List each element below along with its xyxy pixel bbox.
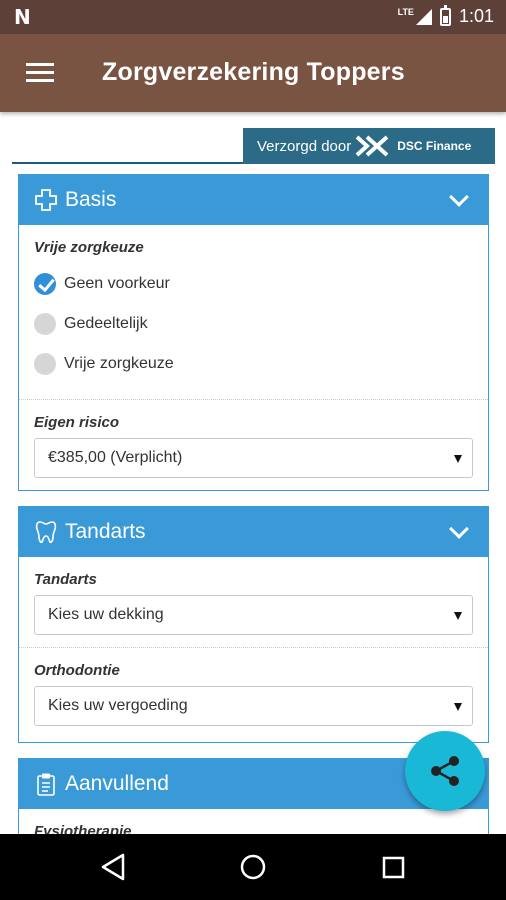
clipboard-icon: [33, 771, 59, 797]
home-button[interactable]: [208, 834, 298, 900]
radio-unchecked-icon[interactable]: [34, 353, 56, 375]
radio-gedeeltelijk[interactable]: Gedeeltelijk: [34, 304, 473, 344]
home-circle-icon: [240, 854, 266, 880]
basis-title: Basis: [65, 188, 117, 211]
basis-panel-header[interactable]: Basis: [19, 175, 488, 225]
notification-n-icon: N: [14, 5, 31, 29]
signal-icon: [415, 8, 432, 25]
battery-icon: [439, 4, 451, 26]
tandarts-label: Tandarts: [34, 571, 97, 588]
app-title: Zorgverzekering Toppers: [102, 58, 405, 86]
network-type: LTE: [397, 6, 414, 17]
orthodontie-label: Orthodontie: [34, 662, 120, 679]
hamburger-menu-icon[interactable]: [26, 63, 54, 83]
tandarts-panel-header[interactable]: Tandarts: [19, 507, 488, 557]
status-bar: N LTE 1:01: [0, 0, 506, 34]
status-icons: LTE 1:01: [397, 4, 494, 27]
chevron-down-icon[interactable]: [449, 187, 469, 207]
orthodontie-select[interactable]: Kies uw vergoeding: [34, 686, 473, 726]
sponsor-prefix: Verzorgd door: [257, 137, 352, 155]
tandarts-title: Tandarts: [65, 520, 146, 543]
dsc-logo-icon: [355, 135, 389, 157]
orthodontie-value: Kies uw vergoeding: [48, 697, 188, 714]
zorgkeuze-radio-group: Geen voorkeur Gedeeltelijk Vrije zorgkeu…: [34, 264, 473, 384]
share-icon: [431, 756, 459, 786]
app-bar: Zorgverzekering Toppers: [0, 34, 506, 112]
share-fab-button[interactable]: [405, 731, 485, 811]
eigen-risico-label: Eigen risico: [34, 414, 120, 431]
navigation-bar: [0, 834, 506, 900]
back-button[interactable]: [68, 834, 158, 900]
dropdown-arrow-icon: [454, 703, 462, 711]
radio-vrije-zorgkeuze[interactable]: Vrije zorgkeuze: [34, 344, 473, 384]
radio-unchecked-icon[interactable]: [34, 313, 56, 335]
eigen-risico-section: Eigen risico €385,00 (Verplicht): [19, 400, 488, 478]
radio-geen-voorkeur[interactable]: Geen voorkeur: [34, 264, 473, 304]
vrije-zorgkeuze-section: Vrije zorgkeuze Geen voorkeur Gedeelteli…: [19, 225, 488, 384]
radio-label: Gedeeltelijk: [64, 315, 148, 332]
eigen-risico-value: €385,00 (Verplicht): [48, 449, 183, 466]
basis-panel: Basis Vrije zorgkeuze Geen voorkeur Gede…: [18, 174, 489, 491]
tooth-icon: [33, 519, 59, 545]
clock: 1:01: [458, 6, 494, 26]
radio-label: Geen voorkeur: [64, 275, 170, 292]
radio-label: Vrije zorgkeuze: [64, 355, 174, 372]
medical-cross-icon: [33, 187, 59, 213]
sponsor-tab[interactable]: Verzorgd door DSC Finance: [243, 128, 495, 164]
chevron-down-icon[interactable]: [449, 519, 469, 539]
dropdown-arrow-icon: [454, 612, 462, 620]
recents-button[interactable]: [348, 834, 438, 900]
tandarts-section: Tandarts Kies uw dekking: [19, 557, 488, 635]
vrije-zorgkeuze-label: Vrije zorgkeuze: [34, 239, 144, 256]
tandarts-value: Kies uw dekking: [48, 606, 164, 623]
orthodontie-section: Orthodontie Kies uw vergoeding: [19, 648, 488, 726]
tandarts-select[interactable]: Kies uw dekking: [34, 595, 473, 635]
tandarts-panel: Tandarts Tandarts Kies uw dekking Orthod…: [18, 506, 489, 743]
sponsor-company: DSC Finance: [397, 139, 472, 153]
aanvullend-title: Aanvullend: [65, 772, 169, 795]
back-triangle-icon: [101, 853, 125, 881]
dropdown-arrow-icon: [454, 455, 462, 463]
recents-square-icon: [382, 856, 405, 879]
radio-checked-icon[interactable]: [34, 273, 56, 295]
eigen-risico-select[interactable]: €385,00 (Verplicht): [34, 438, 473, 478]
